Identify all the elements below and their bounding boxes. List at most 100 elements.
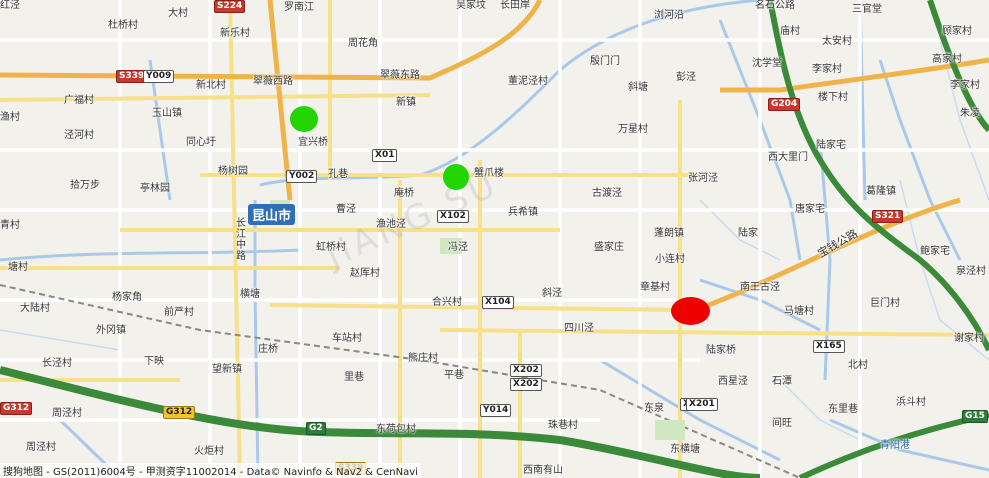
- place-label[interactable]: 西星泾: [718, 376, 748, 388]
- place-label[interactable]: 浏河沿: [654, 10, 684, 22]
- place-label[interactable]: 葛隆镇: [866, 186, 896, 198]
- place-label[interactable]: 石潭: [772, 376, 792, 388]
- place-label[interactable]: 同心圩: [186, 137, 216, 149]
- place-label[interactable]: 周泾村: [52, 408, 82, 420]
- place-label[interactable]: 彭泾: [676, 72, 696, 84]
- place-label[interactable]: 新乐村: [220, 28, 250, 40]
- place-label[interactable]: 谢家村: [954, 333, 984, 345]
- place-label[interactable]: 唐家宅: [795, 204, 825, 216]
- place-label[interactable]: 珠巷村: [548, 420, 578, 432]
- place-label[interactable]: 章基村: [640, 282, 670, 294]
- red-marker[interactable]: [671, 297, 710, 325]
- place-label[interactable]: 泉泾村: [956, 266, 986, 278]
- place-label[interactable]: 车站村: [332, 333, 362, 345]
- place-label[interactable]: 李家村: [950, 80, 980, 92]
- green-marker-1[interactable]: [290, 106, 318, 132]
- place-label[interactable]: 罗南江: [284, 2, 314, 14]
- place-label[interactable]: 陆家: [738, 228, 758, 240]
- place-label[interactable]: 东泉: [644, 403, 664, 415]
- place-label[interactable]: 渔池泾: [376, 219, 406, 231]
- place-label[interactable]: 高家村: [932, 54, 962, 66]
- place-label[interactable]: 红泾: [0, 0, 20, 12]
- place-label[interactable]: 虹桥村: [316, 242, 346, 254]
- place-label[interactable]: 蟹爪楼: [474, 168, 504, 180]
- place-label[interactable]: 横塘: [240, 289, 260, 301]
- map-canvas[interactable]: JIANG SU 杜桥村 大村 新乐村 罗南江 周花角 吴家坟 长田岸 浏河沿 名石公路 三官堂顾…: [0, 0, 989, 478]
- place-label[interactable]: 马塘村: [784, 306, 814, 318]
- place-label[interactable]: 新北村: [196, 80, 226, 92]
- place-label[interactable]: 宜兴桥: [298, 137, 328, 149]
- place-label[interactable]: 青阳港: [880, 440, 910, 452]
- place-label[interactable]: 吴家坟: [456, 0, 486, 12]
- place-label[interactable]: 东里巷: [828, 404, 858, 416]
- place-label[interactable]: 周花角: [348, 38, 378, 50]
- place-label[interactable]: 熊庄村: [408, 353, 438, 365]
- place-label[interactable]: 斜泾: [542, 288, 562, 300]
- place-label[interactable]: 长田岸: [500, 0, 530, 12]
- place-label[interactable]: 东横塘: [670, 444, 700, 456]
- place-label[interactable]: 渔村: [0, 112, 20, 124]
- place-label[interactable]: 蓬朗镇: [654, 228, 684, 240]
- place-label[interactable]: 陆家宅: [816, 140, 846, 152]
- place-label[interactable]: 曹泾: [336, 204, 356, 216]
- place-label[interactable]: 鲍家宅: [920, 246, 950, 258]
- place-label[interactable]: 玉山镇: [152, 108, 182, 120]
- city-label[interactable]: 昆山市: [248, 204, 296, 225]
- place-label[interactable]: 里巷: [344, 372, 364, 384]
- place-label[interactable]: 赵厍村: [350, 268, 380, 280]
- place-label[interactable]: 广福村: [64, 95, 94, 107]
- place-label[interactable]: 陆家桥: [706, 345, 736, 357]
- place-label[interactable]: 外冈镇: [96, 325, 126, 337]
- place-label[interactable]: 塘村: [8, 262, 28, 274]
- place-label[interactable]: 火炬村: [194, 446, 224, 458]
- place-label[interactable]: 杨家角: [112, 292, 142, 304]
- green-marker-2[interactable]: [443, 164, 469, 190]
- place-label[interactable]: 西大里门: [768, 152, 808, 164]
- place-label[interactable]: 下映: [144, 356, 164, 368]
- place-label[interactable]: 前严村: [164, 307, 194, 319]
- place-label[interactable]: 大陆村: [20, 303, 50, 315]
- place-label[interactable]: 东荷包村: [376, 424, 416, 436]
- place-label[interactable]: 张河泾: [688, 173, 718, 185]
- place-label[interactable]: 四川泾: [564, 323, 594, 335]
- place-label[interactable]: 殷门门: [590, 56, 620, 68]
- place-label[interactable]: 庄桥: [258, 344, 278, 356]
- place-label[interactable]: 三官堂: [852, 4, 882, 16]
- place-label[interactable]: 杜桥村: [108, 20, 138, 32]
- place-label[interactable]: 西南有山: [523, 465, 563, 477]
- place-label[interactable]: 翠薇东路: [380, 70, 420, 82]
- place-label[interactable]: 巨门村: [870, 298, 900, 310]
- place-label[interactable]: 平巷: [444, 370, 464, 382]
- place-label[interactable]: 杨树园: [218, 166, 248, 178]
- place-label[interactable]: 拾万步: [70, 180, 100, 192]
- place-label[interactable]: 青村: [0, 220, 20, 232]
- place-label[interactable]: 楼下村: [818, 92, 848, 104]
- place-label[interactable]: 盛家庄: [594, 242, 624, 254]
- place-label[interactable]: 大村: [168, 8, 188, 20]
- place-label[interactable]: 董泥泾村: [508, 76, 548, 88]
- place-label[interactable]: 朱凌: [960, 108, 980, 120]
- place-label[interactable]: 浜斗村: [896, 397, 926, 409]
- place-label[interactable]: 南王古泾: [740, 282, 780, 294]
- place-label[interactable]: 合兴村: [432, 297, 462, 309]
- place-label[interactable]: 北村: [848, 360, 868, 372]
- place-label[interactable]: 周泾村: [26, 442, 56, 454]
- place-label[interactable]: 翠薇西路: [253, 76, 293, 88]
- place-label[interactable]: 沈学堂: [752, 58, 782, 70]
- place-label[interactable]: 万星村: [618, 124, 648, 136]
- place-label[interactable]: 太安村: [822, 36, 852, 48]
- place-label[interactable]: 斜塘: [628, 82, 648, 94]
- place-label[interactable]: 名石公路: [755, 0, 795, 12]
- place-label[interactable]: 顾家村: [942, 26, 972, 38]
- place-label[interactable]: 长泾村: [42, 358, 72, 370]
- place-label[interactable]: 新镇: [396, 97, 416, 109]
- place-label[interactable]: 兵希镇: [508, 207, 538, 219]
- place-label[interactable]: 冯泾: [448, 242, 468, 254]
- place-label[interactable]: 李家村: [812, 64, 842, 76]
- place-label[interactable]: 望新镇: [212, 364, 242, 376]
- place-label[interactable]: 间旺: [772, 418, 792, 430]
- place-label[interactable]: 小连村: [655, 254, 685, 266]
- place-label[interactable]: 古渡泾: [592, 188, 622, 200]
- place-label[interactable]: 孔巷: [328, 169, 348, 181]
- place-label[interactable]: 亭林园: [140, 183, 170, 195]
